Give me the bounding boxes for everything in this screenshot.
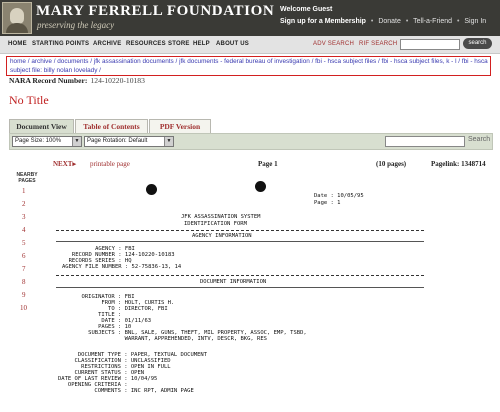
next-label: NEXT — [53, 160, 73, 168]
doc-agency-section: AGENCY INFORMATION — [192, 233, 252, 239]
tab-pdf-version[interactable]: PDF Version — [149, 119, 211, 134]
doc-form-title: IDENTIFICATION FORM — [184, 221, 247, 227]
nearby-page-link[interactable]: 10 — [20, 304, 27, 312]
punch-hole — [255, 181, 266, 192]
page-rotation-select[interactable]: Page Rotation: Default ▼ — [84, 136, 174, 147]
printable-page-link[interactable]: printable page — [90, 160, 130, 168]
nara-record-number: 124-10220-10183 — [90, 76, 145, 85]
document-search-button[interactable]: Search — [468, 136, 490, 143]
page-count: (10 pages) — [376, 160, 407, 168]
nearby-page-link[interactable]: 8 — [22, 278, 26, 286]
doc-document-section: DOCUMENT INFORMATION — [200, 279, 267, 285]
nearby-page-link[interactable]: 3 — [22, 213, 26, 221]
rif-search-link[interactable]: RIF SEARCH — [359, 41, 397, 47]
page-size-select[interactable]: Page Size: 100% ▼ — [12, 136, 82, 147]
nearby-page-link[interactable]: 6 — [22, 252, 26, 260]
nearby-page-link[interactable]: 7 — [22, 265, 26, 273]
current-page: Page 1 — [258, 160, 278, 168]
nara-record-label: NARA Record Number: — [9, 76, 88, 85]
donate-link[interactable]: Donate — [378, 18, 401, 25]
divider — [56, 275, 424, 276]
punch-hole — [146, 184, 157, 195]
nearby-pages-label: NEARBY PAGES — [16, 172, 38, 184]
nav-about-us[interactable]: ABOUT US — [216, 41, 249, 47]
divider — [56, 230, 424, 231]
nav-starting-points[interactable]: STARTING POINTS — [32, 41, 89, 47]
triangle-right-icon: ▸ — [72, 160, 76, 168]
breadcrumb: home / archive / documents / jfk assassi… — [6, 56, 491, 76]
nav-help[interactable]: HELP — [193, 41, 210, 47]
user-links: Sign up for a Membership • Donate • Tell… — [280, 18, 486, 25]
nearby-page-link[interactable]: 4 — [22, 226, 26, 234]
welcome-text: Welcome Guest — [280, 6, 333, 13]
page-title: No Title — [9, 93, 49, 107]
site-title[interactable]: MARY FERRELL FOUNDATION — [36, 3, 274, 20]
tell-a-friend-link[interactable]: Tell-a-Friend — [413, 18, 452, 25]
header-search-button[interactable]: search — [463, 38, 492, 49]
site-header: MARY FERRELL FOUNDATION preserving the l… — [0, 0, 500, 36]
nav-resources[interactable]: RESOURCES — [126, 41, 166, 47]
page-size-value: Page Size: 100% — [15, 138, 62, 144]
chevron-down-icon: ▼ — [164, 137, 173, 146]
separator-dot: • — [405, 18, 409, 25]
tab-document-view[interactable]: Document View — [9, 119, 74, 134]
document-page-image: Date : 10/05/95 Page : 1 JFK ASSASSINATI… — [50, 176, 495, 412]
nearby-page-link[interactable]: 9 — [22, 291, 26, 299]
page-rotation-value: Page Rotation: Default — [87, 138, 148, 144]
nav-store[interactable]: STORE — [168, 41, 190, 47]
pagelink: Pagelink: 1348714 — [431, 160, 486, 168]
nearby-page-link[interactable]: 1 — [22, 187, 26, 195]
document-search-input[interactable] — [385, 136, 465, 147]
doc-system-title: JFK ASSASSINATION SYSTEM — [181, 214, 261, 220]
doc-date: Date : 10/05/95 — [314, 193, 364, 199]
separator-dot: • — [456, 18, 460, 25]
doc-field: COMMENTS : INC RPT, ADMIN PAGE — [58, 388, 194, 394]
nav-archive[interactable]: ARCHIVE — [93, 41, 121, 47]
adv-search-link[interactable]: ADV SEARCH — [313, 41, 354, 47]
breadcrumb-links[interactable]: home / archive / documents / jfk assassi… — [10, 58, 488, 75]
doc-agency-field: AGENCY FILE NUMBER : 52-75836-13, 14 — [62, 264, 182, 270]
chevron-down-icon: ▼ — [72, 137, 81, 146]
divider — [56, 287, 424, 288]
founder-portrait-logo[interactable] — [2, 2, 32, 34]
next-page-link[interactable]: NEXT▸ — [53, 160, 76, 168]
tab-table-of-contents[interactable]: Table of Contents — [75, 119, 148, 134]
doc-page: Page : 1 — [314, 200, 341, 206]
signup-link[interactable]: Sign up for a Membership — [280, 18, 366, 25]
separator-dot: • — [370, 18, 374, 25]
nara-record: NARA Record Number: 124-10220-10183 — [9, 76, 145, 85]
divider — [56, 241, 424, 242]
site-tagline: preserving the legacy — [37, 20, 115, 30]
signin-link[interactable]: Sign In — [464, 18, 486, 25]
doc-field: WARRANT, APPREHENDED, INTV, DESCR, BKG, … — [65, 336, 267, 342]
nearby-page-link[interactable]: 2 — [22, 200, 26, 208]
header-search-input[interactable] — [400, 39, 460, 50]
nav-home[interactable]: HOME — [8, 41, 27, 47]
nearby-page-link[interactable]: 5 — [22, 239, 26, 247]
